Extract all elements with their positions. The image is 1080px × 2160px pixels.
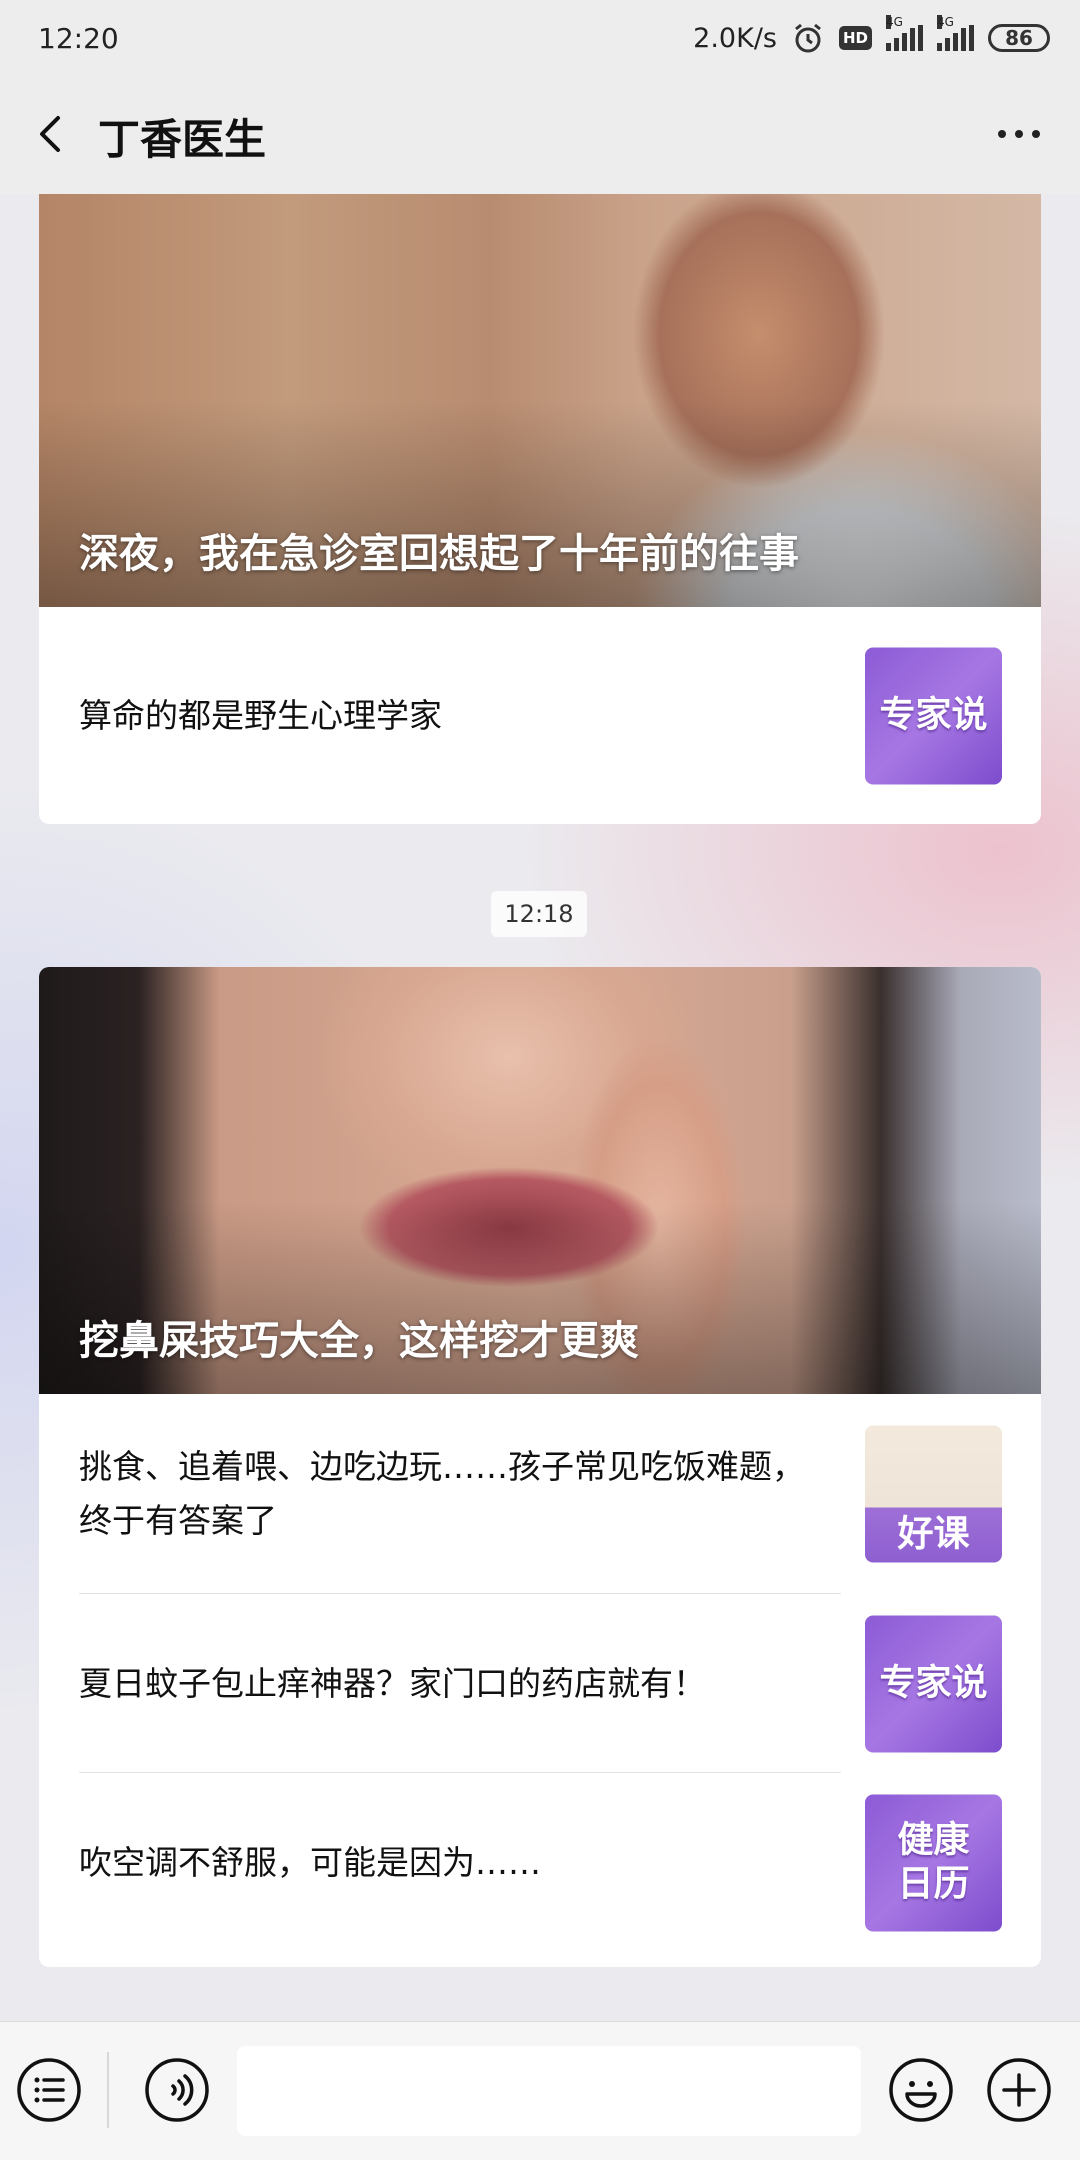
more-icon[interactable] xyxy=(998,130,1040,138)
list-item[interactable]: 吹空调不舒服，可能是因为…… 健康日历 xyxy=(39,1773,1041,1952)
list-item-title: 挑食、追着喂、边吃边玩……孩子常见吃饭难题，终于有答案了 xyxy=(79,1447,805,1540)
alarm-icon xyxy=(791,21,825,55)
net-type-label-2: 4G xyxy=(937,15,954,29)
thumbnail-expert: 专家说 xyxy=(865,647,1002,784)
signal-icon-2: 4G xyxy=(937,15,974,51)
list-item-title: 算命的都是野生心理学家 xyxy=(79,695,442,735)
network-speed: 2.0K/s xyxy=(693,22,777,54)
net-type-label: 4G xyxy=(886,15,903,29)
list-item[interactable]: 挑食、追着喂、边吃边玩……孩子常见吃饭难题，终于有答案了 好课 xyxy=(39,1394,1041,1594)
message-input[interactable] xyxy=(237,2046,861,2136)
voice-icon[interactable] xyxy=(143,2056,211,2124)
list-item-title: 夏日蚊子包止痒神器？家门口的药店就有！ xyxy=(79,1663,706,1703)
thumbnail-course: 好课 xyxy=(865,1425,1002,1563)
thumbnail-label: 专家说 xyxy=(879,1662,988,1704)
back-icon[interactable] xyxy=(30,112,74,156)
list-item[interactable]: 算命的都是野生心理学家 专家说 xyxy=(39,607,1041,824)
emoji-icon[interactable] xyxy=(887,2056,955,2124)
thumbnail-calendar: 健康日历 xyxy=(865,1794,1002,1931)
status-time: 12:20 xyxy=(38,22,119,55)
hero-article-1[interactable]: 深夜，我在急诊室回想起了十年前的往事 xyxy=(39,194,1041,607)
message-timestamp: 12:18 xyxy=(491,891,587,937)
hero-title: 挖鼻屎技巧大全，这样挖才更爽 xyxy=(79,1318,639,1364)
page-title: 丁香医生 xyxy=(98,115,267,164)
list-item-title: 吹空调不舒服，可能是因为…… xyxy=(79,1842,541,1882)
bottom-input-bar xyxy=(0,2021,1080,2160)
hd-badge: HD xyxy=(838,26,872,50)
status-bar: 12:20 2.0K/s HD 4G 4G 86 xyxy=(0,0,1080,76)
article-card-2: 挖鼻屎技巧大全，这样挖才更爽 挑食、追着喂、边吃边玩……孩子常见吃饭难题，终于有… xyxy=(39,967,1041,1967)
plus-icon[interactable] xyxy=(985,2056,1053,2124)
menu-list-icon[interactable] xyxy=(15,2056,83,2124)
nav-bar: 丁香医生 xyxy=(0,76,1080,194)
thumbnail-label: 健康日历 xyxy=(897,1819,970,1905)
divider xyxy=(107,2052,109,2128)
list-item[interactable]: 夏日蚊子包止痒神器？家门口的药店就有！ 专家说 xyxy=(39,1594,1041,1773)
status-icons: 2.0K/s HD 4G 4G 86 xyxy=(693,15,1050,58)
thumbnail-label: 好课 xyxy=(897,1513,970,1555)
thumbnail-expert: 专家说 xyxy=(865,1615,1002,1752)
article-card-1: 深夜，我在急诊室回想起了十年前的往事 算命的都是野生心理学家 专家说 xyxy=(39,194,1041,824)
signal-icon: 4G xyxy=(886,15,923,51)
hero-title: 深夜，我在急诊室回想起了十年前的往事 xyxy=(79,531,799,577)
thumbnail-label: 专家说 xyxy=(879,694,988,736)
battery-icon: 86 xyxy=(988,24,1050,52)
hero-article-2[interactable]: 挖鼻屎技巧大全，这样挖才更爽 xyxy=(39,967,1041,1394)
